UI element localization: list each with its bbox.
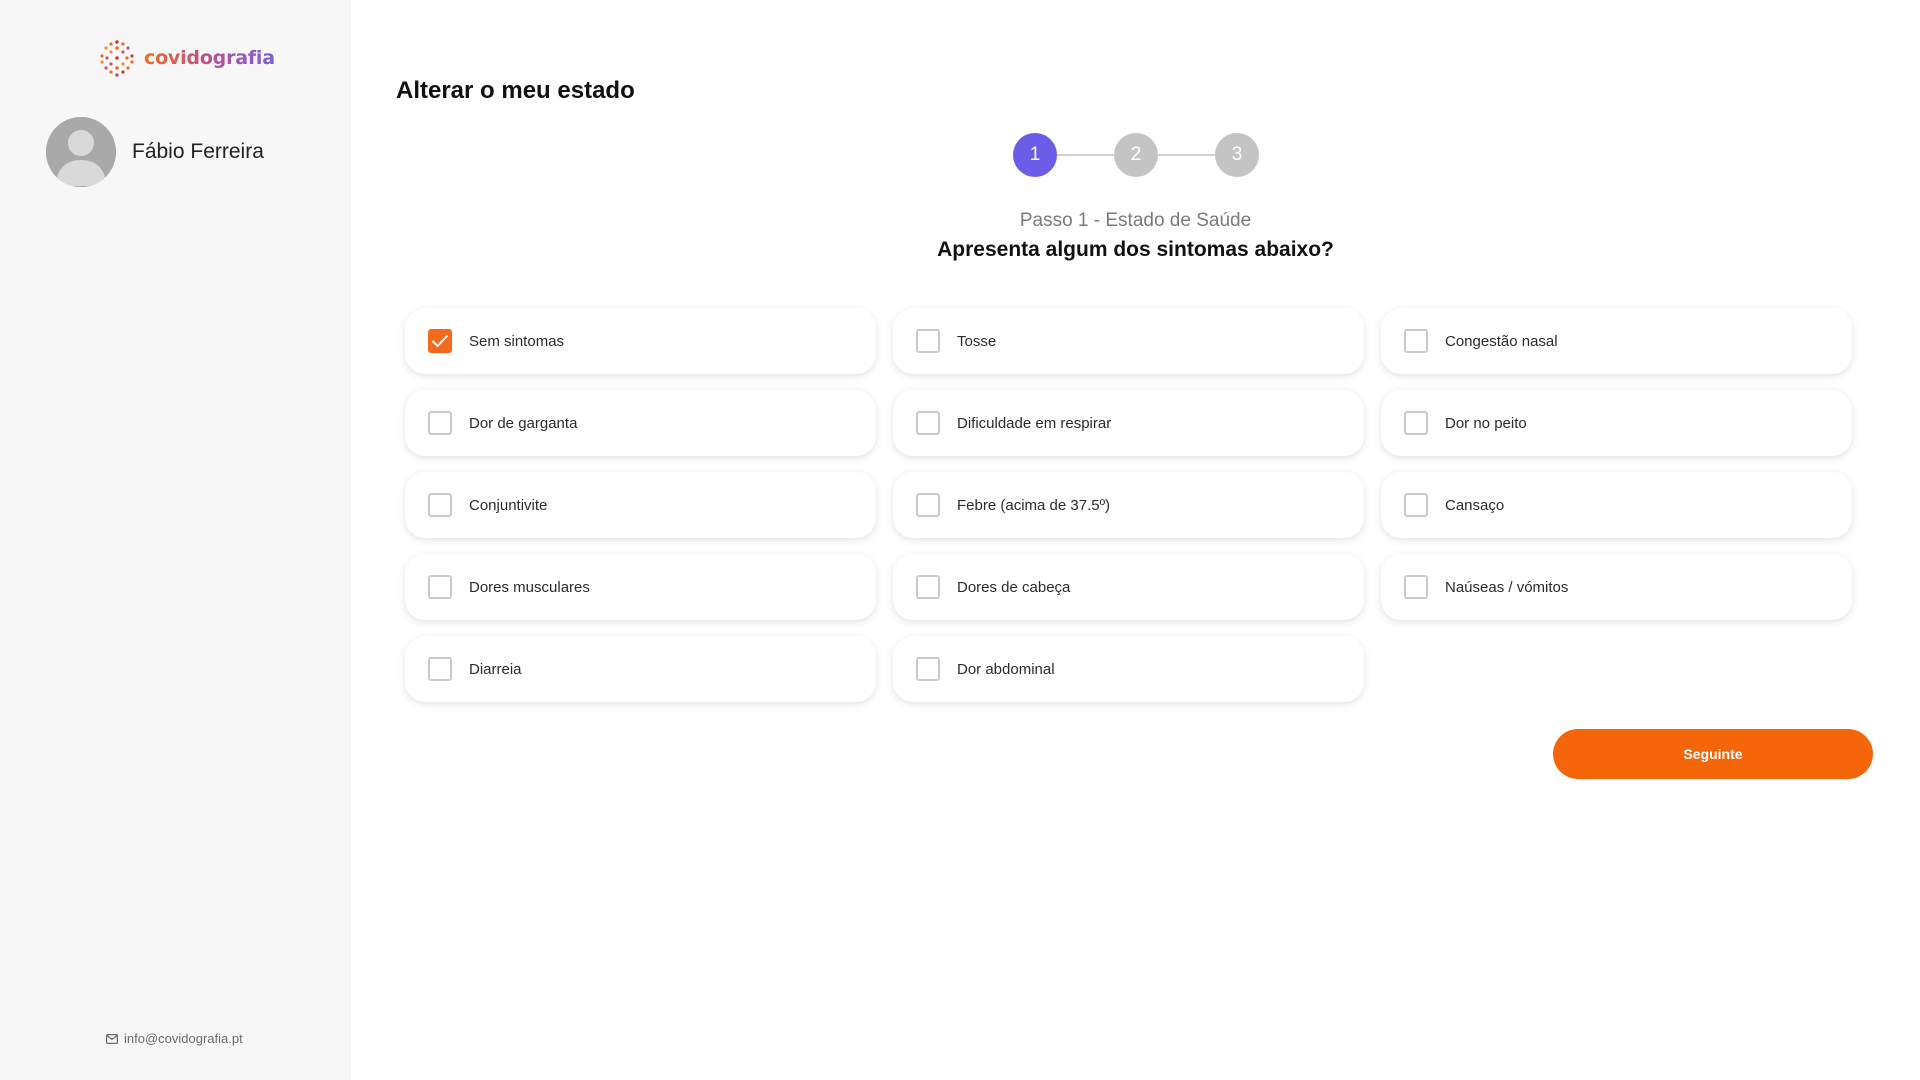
covidografia-logo-icon [100, 40, 134, 77]
option-label: Sem sintomas [469, 332, 565, 350]
symptom-options: Sem sintomas Tosse Congestão nasal Dor d… [405, 308, 1852, 702]
symptom-option[interactable]: Febre (acima de 37.5º) [893, 472, 1364, 538]
page-title: Alterar o meu estado [396, 77, 635, 104]
step-2: 2 [1114, 133, 1158, 177]
checkbox[interactable] [916, 493, 940, 517]
symptom-option[interactable]: Dor abdominal [893, 636, 1364, 702]
contact-email-text: info@covidografia.pt [124, 1031, 243, 1046]
stepper: 1 2 3 [1013, 133, 1259, 177]
checkbox[interactable] [428, 575, 452, 599]
option-label: Dificuldade em respirar [957, 414, 1112, 432]
user-avatar-icon [46, 117, 116, 187]
symptom-option[interactable]: Dores musculares [405, 554, 876, 620]
option-label: Tosse [957, 332, 997, 350]
next-button[interactable]: Seguinte [1553, 729, 1873, 779]
symptom-option[interactable]: Dores de cabeça [893, 554, 1364, 620]
checkbox[interactable] [428, 657, 452, 681]
checkbox[interactable] [1404, 493, 1428, 517]
option-label: Dores musculares [469, 578, 590, 596]
checkbox[interactable] [916, 329, 940, 353]
option-label: Diarreia [469, 660, 522, 678]
symptom-option[interactable]: Congestão nasal [1381, 308, 1852, 374]
step-3: 3 [1215, 133, 1259, 177]
question-heading: Apresenta algum dos sintomas abaixo? [937, 238, 1334, 261]
checkbox[interactable] [1404, 411, 1428, 435]
symptom-option[interactable]: Conjuntivite [405, 472, 876, 538]
logo[interactable]: covidografia [98, 38, 275, 78]
option-label: Congestão nasal [1445, 332, 1558, 350]
checkbox[interactable] [428, 329, 452, 353]
checkbox[interactable] [428, 411, 452, 435]
step-connector [1057, 154, 1114, 156]
user-name: Fábio Ferreira [132, 140, 264, 163]
user-profile[interactable]: Fábio Ferreira [46, 117, 264, 187]
step-1: 1 [1013, 133, 1057, 177]
symptom-option[interactable]: Cansaço [1381, 472, 1852, 538]
option-label: Febre (acima de 37.5º) [957, 496, 1111, 514]
mail-icon [106, 1033, 118, 1044]
checkbox[interactable] [916, 575, 940, 599]
option-label: Dor de garganta [469, 414, 578, 432]
symptom-option[interactable]: Dor de garganta [405, 390, 876, 456]
symptom-option[interactable]: Dificuldade em respirar [893, 390, 1364, 456]
checkbox[interactable] [1404, 329, 1428, 353]
symptom-option[interactable]: Diarreia [405, 636, 876, 702]
symptom-option[interactable]: Tosse [893, 308, 1364, 374]
step-caption: Passo 1 - Estado de Saúde [1019, 210, 1252, 231]
option-label: Dores de cabeça [957, 578, 1071, 596]
option-label: Cansaço [1445, 496, 1505, 514]
checkbox[interactable] [916, 657, 940, 681]
checkmark-icon [431, 334, 449, 348]
avatar [46, 117, 116, 187]
option-label: Dor no peito [1445, 414, 1527, 432]
app-root: covidografia Fábio Ferreira info@covidog… [0, 0, 1920, 1080]
checkbox[interactable] [1404, 575, 1428, 599]
symptom-option[interactable]: Naúseas / vómitos [1381, 554, 1852, 620]
contact-email[interactable]: info@covidografia.pt [106, 1031, 243, 1046]
sidebar: covidografia Fábio Ferreira info@covidog… [0, 0, 351, 1080]
symptom-option[interactable]: Sem sintomas [405, 308, 876, 374]
main-content: Alterar o meu estado 1 2 3 Passo 1 - Est… [351, 0, 1920, 1080]
symptom-option[interactable]: Dor no peito [1381, 390, 1852, 456]
checkbox[interactable] [428, 493, 452, 517]
logo-text: covidografia [144, 47, 275, 69]
option-label: Naúseas / vómitos [1445, 578, 1569, 596]
option-label: Conjuntivite [469, 496, 548, 514]
option-label: Dor abdominal [957, 660, 1055, 678]
checkbox[interactable] [916, 411, 940, 435]
step-connector [1158, 154, 1215, 156]
